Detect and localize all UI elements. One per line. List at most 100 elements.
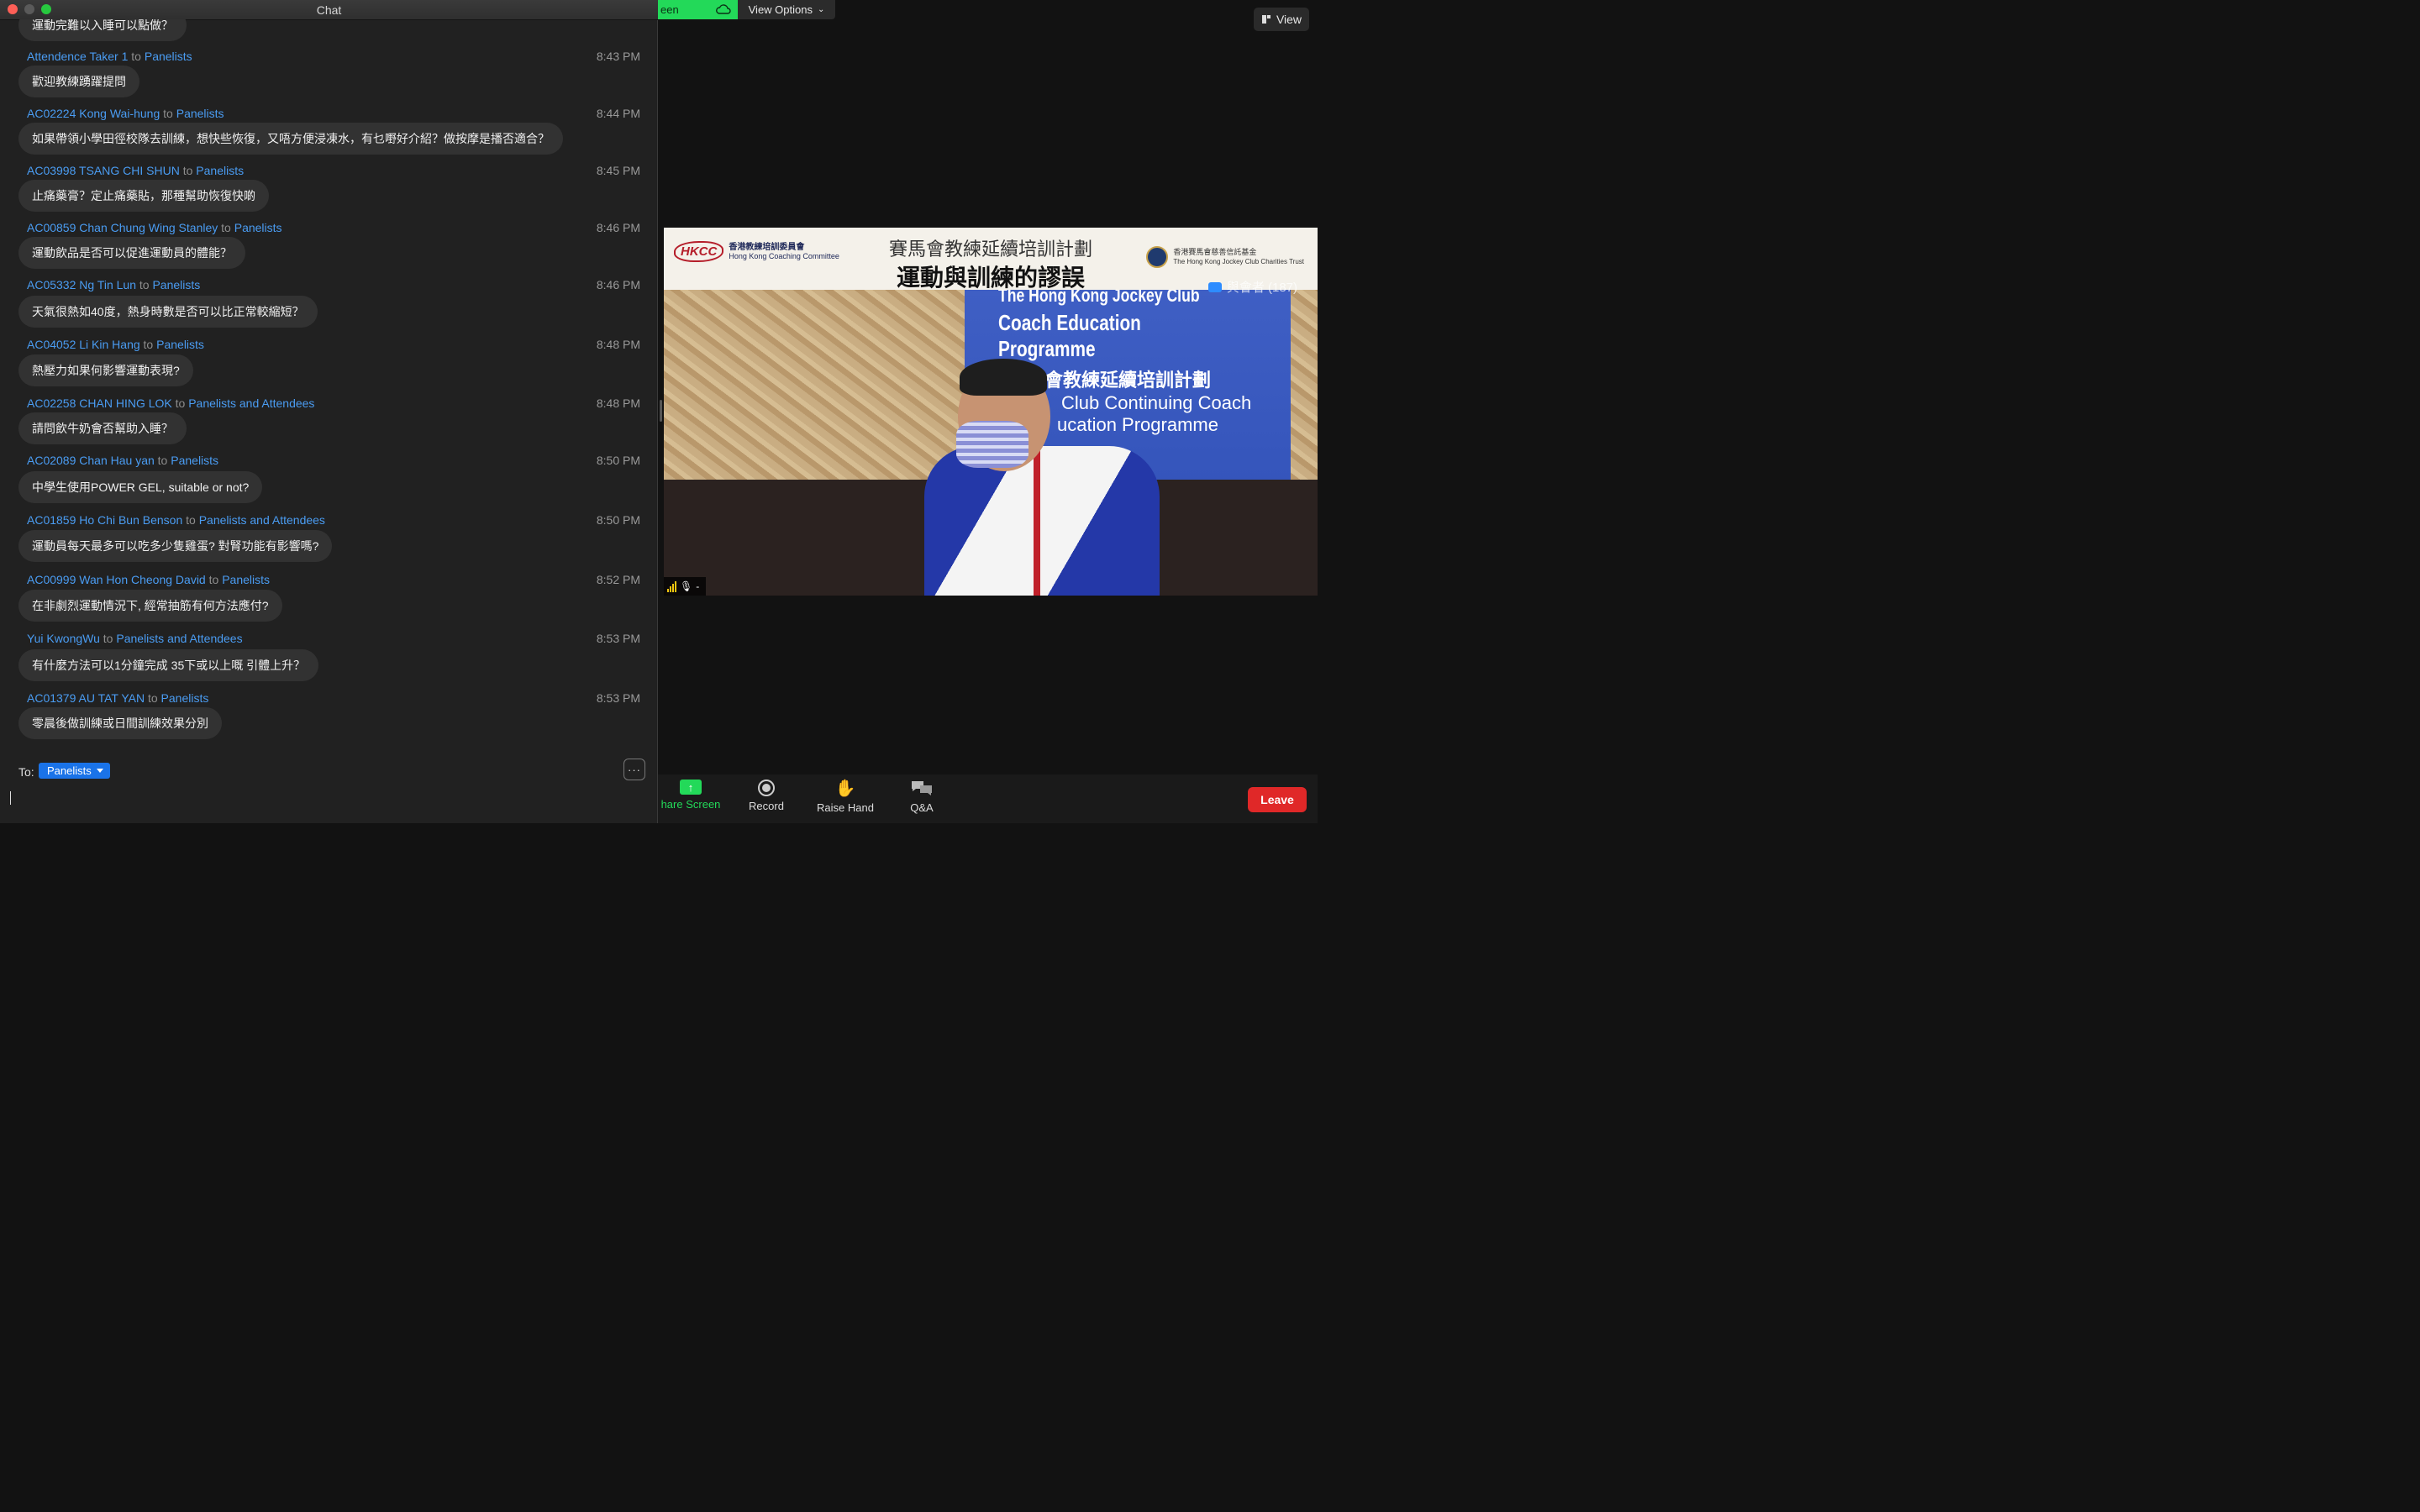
text-cursor xyxy=(10,791,11,805)
message-to-word: to xyxy=(147,691,158,705)
zoom-camera-icon xyxy=(1207,281,1222,292)
message-time: 8:46 PM xyxy=(596,278,640,291)
raise-hand-button[interactable]: ✋ Raise Hand xyxy=(812,780,879,814)
qa-label: Q&A xyxy=(910,801,934,814)
message-to-word: to xyxy=(208,573,219,586)
message-bubble: 有什麼方法可以1分鐘完成 35下或以上嘅 引體上升？ xyxy=(18,649,319,681)
message-header: AC04052 Li Kin Hang to Panelists xyxy=(27,338,204,351)
message-sender[interactable]: AC05332 Ng Tin Lun xyxy=(27,278,136,291)
message-to-word: to xyxy=(157,454,168,467)
message-header: AC03998 TSANG CHI SHUN to Panelists xyxy=(27,164,244,177)
message-header: AC05332 Ng Tin Lun to Panelists xyxy=(27,278,200,291)
cloud-icon xyxy=(716,4,731,14)
message-time: 8:48 PM xyxy=(596,338,640,351)
message-sender[interactable]: AC00999 Wan Hon Cheong David xyxy=(27,573,206,586)
message-bubble: 如果帶領小學田徑校隊去訓練，想快些恢復，又唔方便浸凍水，有乜嘢好介紹？做按摩是播… xyxy=(18,123,563,155)
share-screen-button[interactable]: ↑ hare Screen xyxy=(657,780,724,811)
message-time: 8:50 PM xyxy=(596,513,640,527)
message-recipient: Panelists xyxy=(171,454,219,467)
view-button-label: View xyxy=(1276,13,1302,26)
message-to-word: to xyxy=(143,338,154,351)
chat-window: Chat 運動完難以入睡可以點做？ Attendence Taker 1 to … xyxy=(0,0,658,823)
meeting-toolbar: ↑ hare Screen Record ✋ Raise Hand Q&A xyxy=(657,774,1318,823)
record-icon xyxy=(758,780,775,796)
window-minimize-button[interactable] xyxy=(24,4,34,14)
message-recipient: Panelists and Attendees xyxy=(198,513,325,527)
view-layout-button[interactable]: View xyxy=(1254,8,1309,31)
raise-hand-label: Raise Hand xyxy=(817,801,874,814)
message-sender[interactable]: AC02258 CHAN HING LOK xyxy=(27,396,172,410)
message-recipient: Panelists xyxy=(144,50,192,63)
message-time: 8:46 PM xyxy=(596,221,640,234)
hkjc-seal-icon xyxy=(1146,246,1169,268)
chat-message-list[interactable]: 運動完難以入睡可以點做？ Attendence Taker 1 to Panel… xyxy=(0,19,657,754)
message-bubble: 運動員每天最多可以吃多少隻雞蛋? 對腎功能有影響嗎? xyxy=(18,530,333,562)
chat-bubble-partial: 運動完難以入睡可以點做？ xyxy=(18,19,187,41)
message-time: 8:48 PM xyxy=(596,396,640,410)
message-recipient: Panelists xyxy=(196,164,245,177)
message-bubble: 止痛藥膏？定止痛藥貼，那種幫助恢復快啲 xyxy=(18,180,269,212)
message-recipient: Panelists xyxy=(176,107,224,120)
view-options-label: View Options xyxy=(748,3,813,16)
qa-button[interactable]: Q&A xyxy=(901,780,943,814)
chat-title: Chat xyxy=(316,3,342,17)
separator-dash: - xyxy=(696,580,700,592)
leave-button[interactable]: Leave xyxy=(1248,787,1307,812)
view-options-menu[interactable]: View Options ⌄ xyxy=(738,0,835,19)
message-header: AC02089 Chan Hau yan to Panelists xyxy=(27,454,218,467)
message-sender[interactable]: Attendence Taker 1 xyxy=(27,50,128,63)
message-recipient: Panelists xyxy=(234,221,282,234)
signal-bars-icon xyxy=(667,580,676,592)
microphone-muted-icon: 🎙 xyxy=(680,580,693,592)
message-to-word: to xyxy=(131,50,141,63)
face-mask xyxy=(956,421,1028,468)
to-label: To: xyxy=(18,765,34,779)
message-header: AC01379 AU TAT YAN to Panelists xyxy=(27,691,208,705)
message-sender[interactable]: AC02224 Kong Wai-hung xyxy=(27,107,160,120)
message-to-word: to xyxy=(103,632,113,645)
message-to-word: to xyxy=(186,513,196,527)
message-bubble: 歡迎教練踴躍提問 xyxy=(18,66,139,97)
message-header: AC02224 Kong Wai-hung to Panelists xyxy=(27,107,224,120)
message-bubble: 天氣很熱如40度，熱身時數是否可以比正常較縮短？ xyxy=(18,296,318,328)
message-sender[interactable]: AC02089 Chan Hau yan xyxy=(27,454,155,467)
message-sender[interactable]: AC01379 AU TAT YAN xyxy=(27,691,145,705)
record-button[interactable]: Record xyxy=(741,780,792,812)
hkjc-name: 香港賽馬會慈善信託基金 The Hong Kong Jockey Club Ch… xyxy=(1173,248,1304,266)
share-status-banner[interactable]: een xyxy=(657,0,738,19)
message-sender[interactable]: AC03998 TSANG CHI SHUN xyxy=(27,164,180,177)
more-options-button[interactable]: ··· xyxy=(623,759,645,780)
message-sender[interactable]: Yui KwongWu xyxy=(27,632,100,645)
message-to-word: to xyxy=(163,107,173,120)
chat-titlebar[interactable]: Chat xyxy=(0,0,658,20)
split-handle[interactable] xyxy=(660,400,662,422)
participants-count: 與會者 (187) xyxy=(1226,281,1297,295)
speaker-hair xyxy=(960,359,1047,396)
hkjc-name-en: The Hong Kong Jockey Club Charities Trus… xyxy=(1173,258,1304,265)
message-sender[interactable]: AC00859 Chan Chung Wing Stanley xyxy=(27,221,218,234)
message-to-word: to xyxy=(182,164,193,177)
message-bubble: 零晨後做訓練或日間訓練效果分別 xyxy=(18,707,222,739)
window-close-button[interactable] xyxy=(8,4,18,14)
message-sender[interactable]: AC01859 Ho Chi Bun Benson xyxy=(27,513,182,527)
message-time: 8:52 PM xyxy=(596,573,640,586)
video-status-bar: 🎙 - xyxy=(664,577,706,596)
message-bubble: 在非劇烈運動情況下, 經常抽筋有何方法應付? xyxy=(18,590,282,622)
message-recipient: Panelists xyxy=(222,573,271,586)
message-bubble: 請問飲牛奶會否幫助入睡？ xyxy=(18,412,187,444)
share-banner-label: een xyxy=(660,3,679,16)
window-maximize-button[interactable] xyxy=(41,4,51,14)
record-label: Record xyxy=(749,800,784,812)
message-time: 8:53 PM xyxy=(596,632,640,645)
message-sender[interactable]: AC04052 Li Kin Hang xyxy=(27,338,140,351)
message-bubble: 熱壓力如果何影響運動表現? xyxy=(18,354,193,386)
recipient-dropdown[interactable]: Panelists xyxy=(39,763,110,779)
chat-message-input[interactable] xyxy=(8,788,613,808)
message-time: 8:53 PM xyxy=(596,691,640,705)
raise-hand-icon: ✋ xyxy=(834,780,856,798)
message-header: AC02258 CHAN HING LOK to Panelists and A… xyxy=(27,396,314,410)
participants-badge: 與會者 (187) xyxy=(1207,278,1297,296)
message-time: 8:43 PM xyxy=(596,50,640,63)
jacket-stripe xyxy=(1034,446,1040,596)
qa-speech-bubbles-icon xyxy=(912,781,932,795)
